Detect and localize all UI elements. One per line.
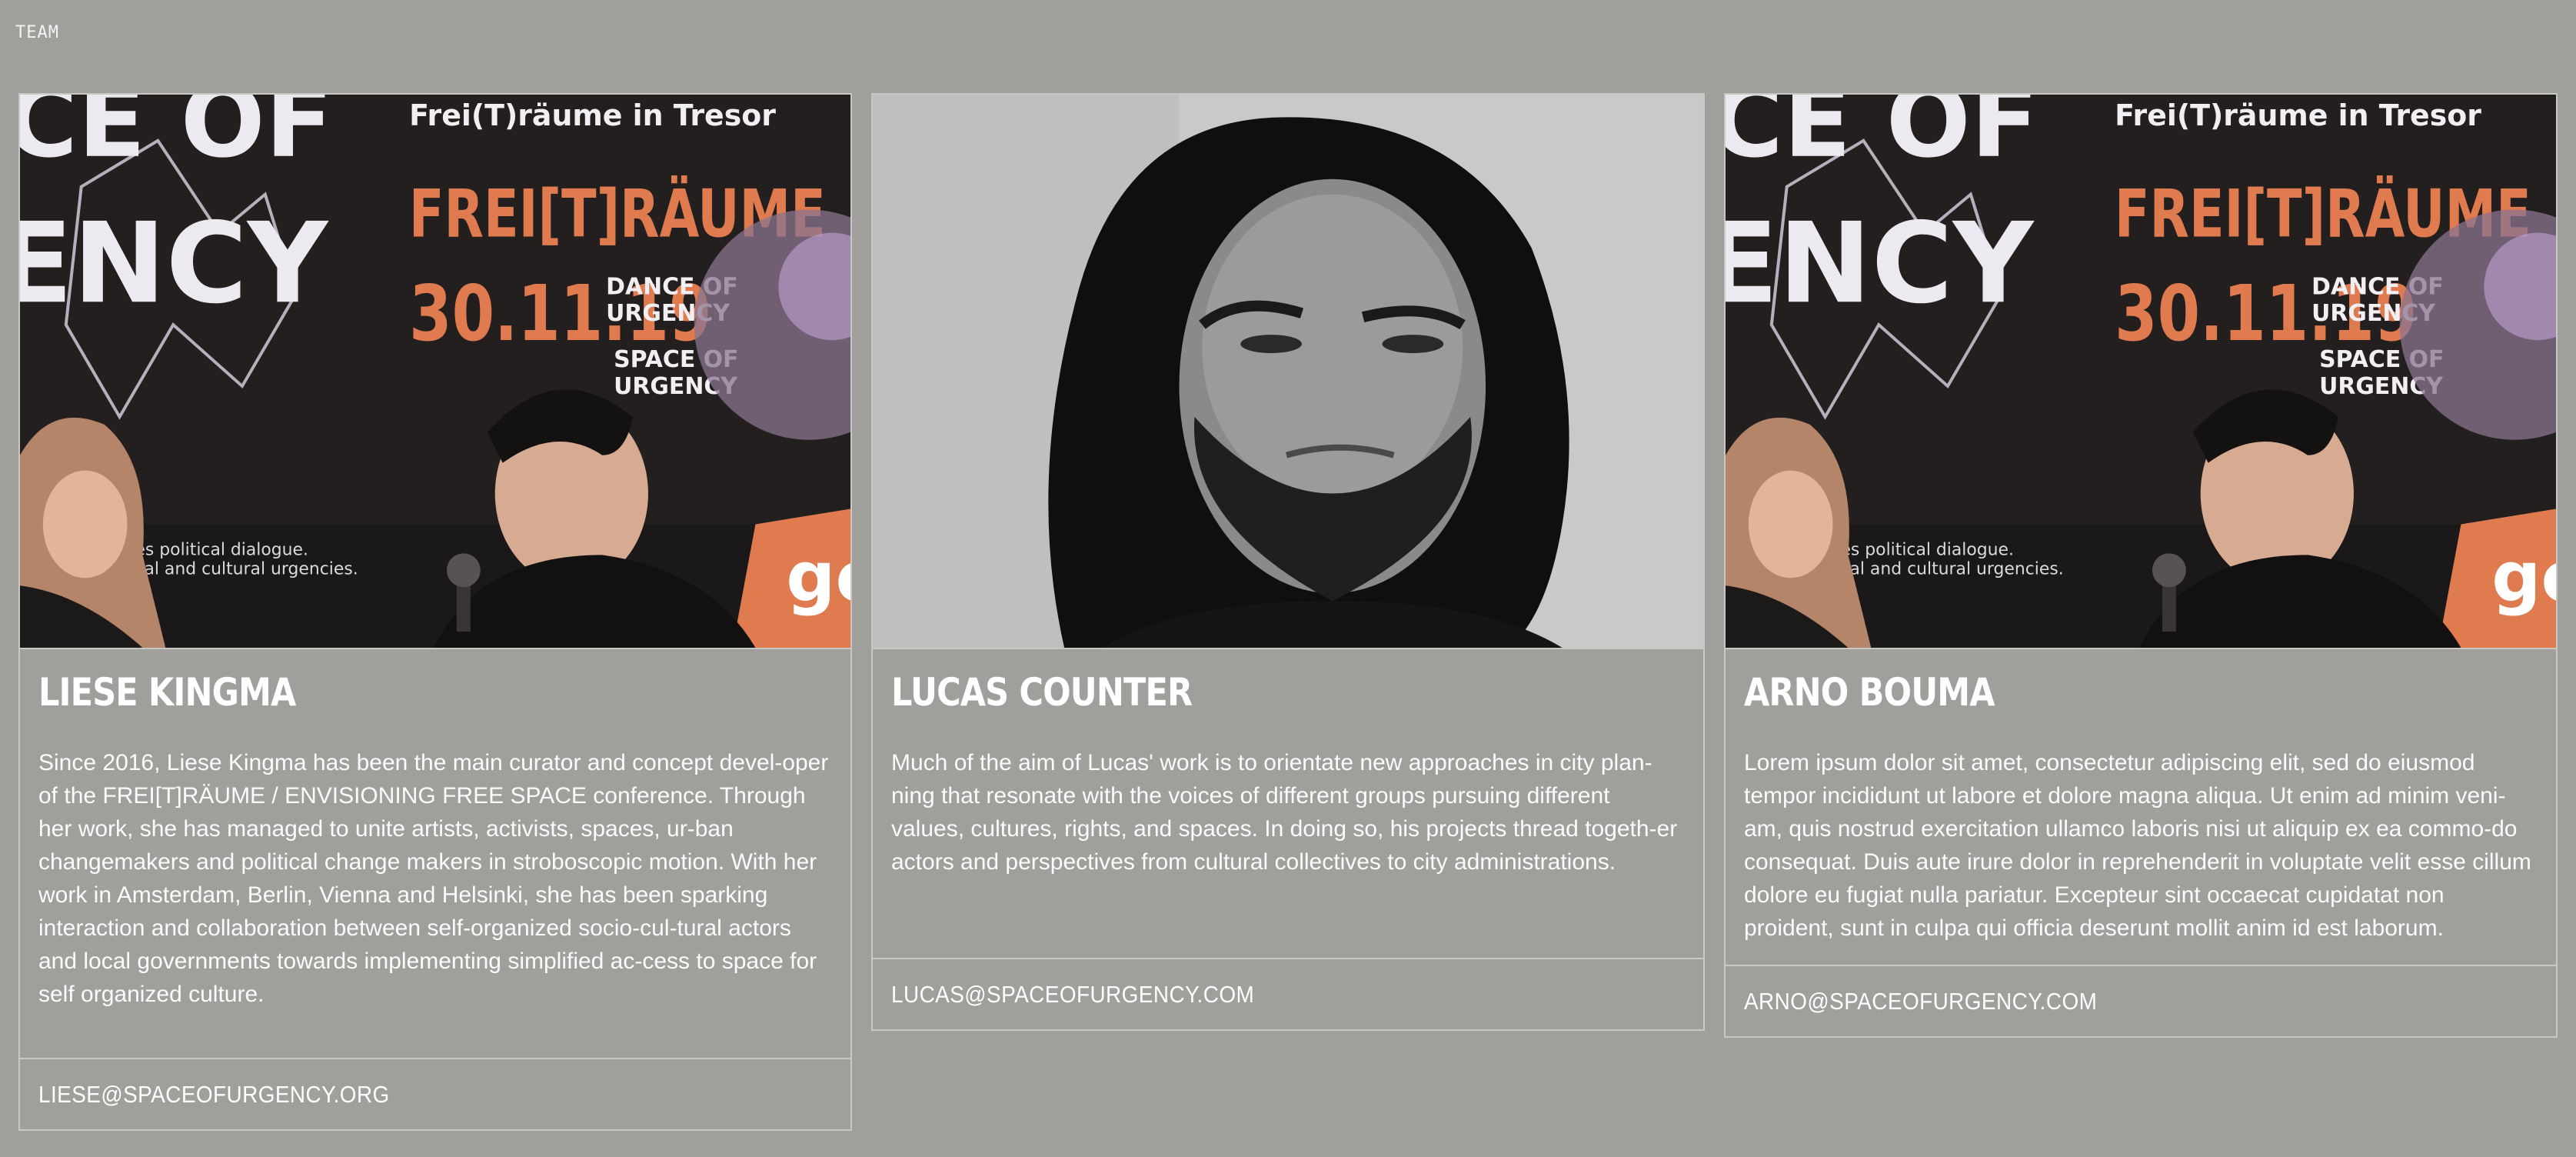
email-link[interactable]: LIESE@SPACEOFURGENCY.ORG	[38, 1081, 390, 1109]
member-name: ARNO BOUMA	[1744, 670, 1995, 715]
conference-panel-photo: CE OF ENCY Frei(T)räume in Tresor FREI[T…	[20, 95, 850, 648]
portrait-photo	[873, 95, 1703, 648]
team-card-arno: CE OF ENCY Frei(T)räume in Tresor FREI[T…	[1724, 93, 2558, 1038]
svg-text:es political dialogue.: es political dialogue.	[135, 540, 308, 559]
svg-text:gew/: gew/	[2491, 538, 2556, 618]
email-row: ARNO@SPACEOFURGENCY.COM	[1726, 965, 2556, 1036]
svg-text:cal and cultural urgencies.: cal and cultural urgencies.	[135, 559, 358, 578]
member-name: LUCAS COUNTER	[891, 670, 1193, 715]
email-row: LUCAS@SPACEOFURGENCY.COM	[873, 958, 1703, 1029]
team-card-liese: CE OF ENCY Frei(T)räume in Tresor FREI[T…	[18, 93, 852, 1131]
member-photo: CE OF ENCY Frei(T)räume in Tresor FREI[T…	[20, 95, 850, 649]
email-link[interactable]: LUCAS@SPACEOFURGENCY.COM	[891, 981, 1254, 1009]
svg-text:Frei(T)räume in Tresor: Frei(T)räume in Tresor	[2115, 98, 2481, 132]
email-row: LIESE@SPACEOFURGENCY.ORG	[20, 1058, 850, 1129]
member-name: LIESE KINGMA	[38, 670, 296, 715]
team-card-lucas: LUCAS COUNTER Much of the aim of Lucas' …	[871, 93, 1705, 1031]
svg-text:ENCY: ENCY	[1726, 199, 2035, 328]
svg-text:ENCY: ENCY	[20, 199, 330, 328]
svg-text:es political dialogue.: es political dialogue.	[1840, 540, 2014, 559]
section-label: TEAM	[15, 23, 59, 42]
member-bio: Much of the aim of Lucas' work is to ori…	[891, 750, 1678, 875]
email-link[interactable]: ARNO@SPACEOFURGENCY.COM	[1744, 988, 2097, 1015]
svg-text:CE OF: CE OF	[20, 95, 333, 180]
svg-text:CE OF: CE OF	[1726, 95, 2039, 180]
svg-text:gew/: gew/	[786, 538, 850, 618]
member-bio: Lorem ipsum dolor sit amet, consectetur …	[1744, 750, 2531, 941]
svg-text:cal and cultural urgencies.: cal and cultural urgencies.	[1840, 559, 2063, 578]
member-photo	[873, 95, 1703, 649]
member-photo: CE OF ENCY Frei(T)räume in Tresor FREI[T…	[1726, 95, 2556, 649]
svg-text:Frei(T)räume in Tresor: Frei(T)räume in Tresor	[409, 98, 776, 132]
member-bio: Since 2016, Liese Kingma has been the ma…	[38, 750, 829, 1007]
conference-panel-photo: CE OF ENCY Frei(T)räume in Tresor FREI[T…	[1726, 95, 2556, 648]
